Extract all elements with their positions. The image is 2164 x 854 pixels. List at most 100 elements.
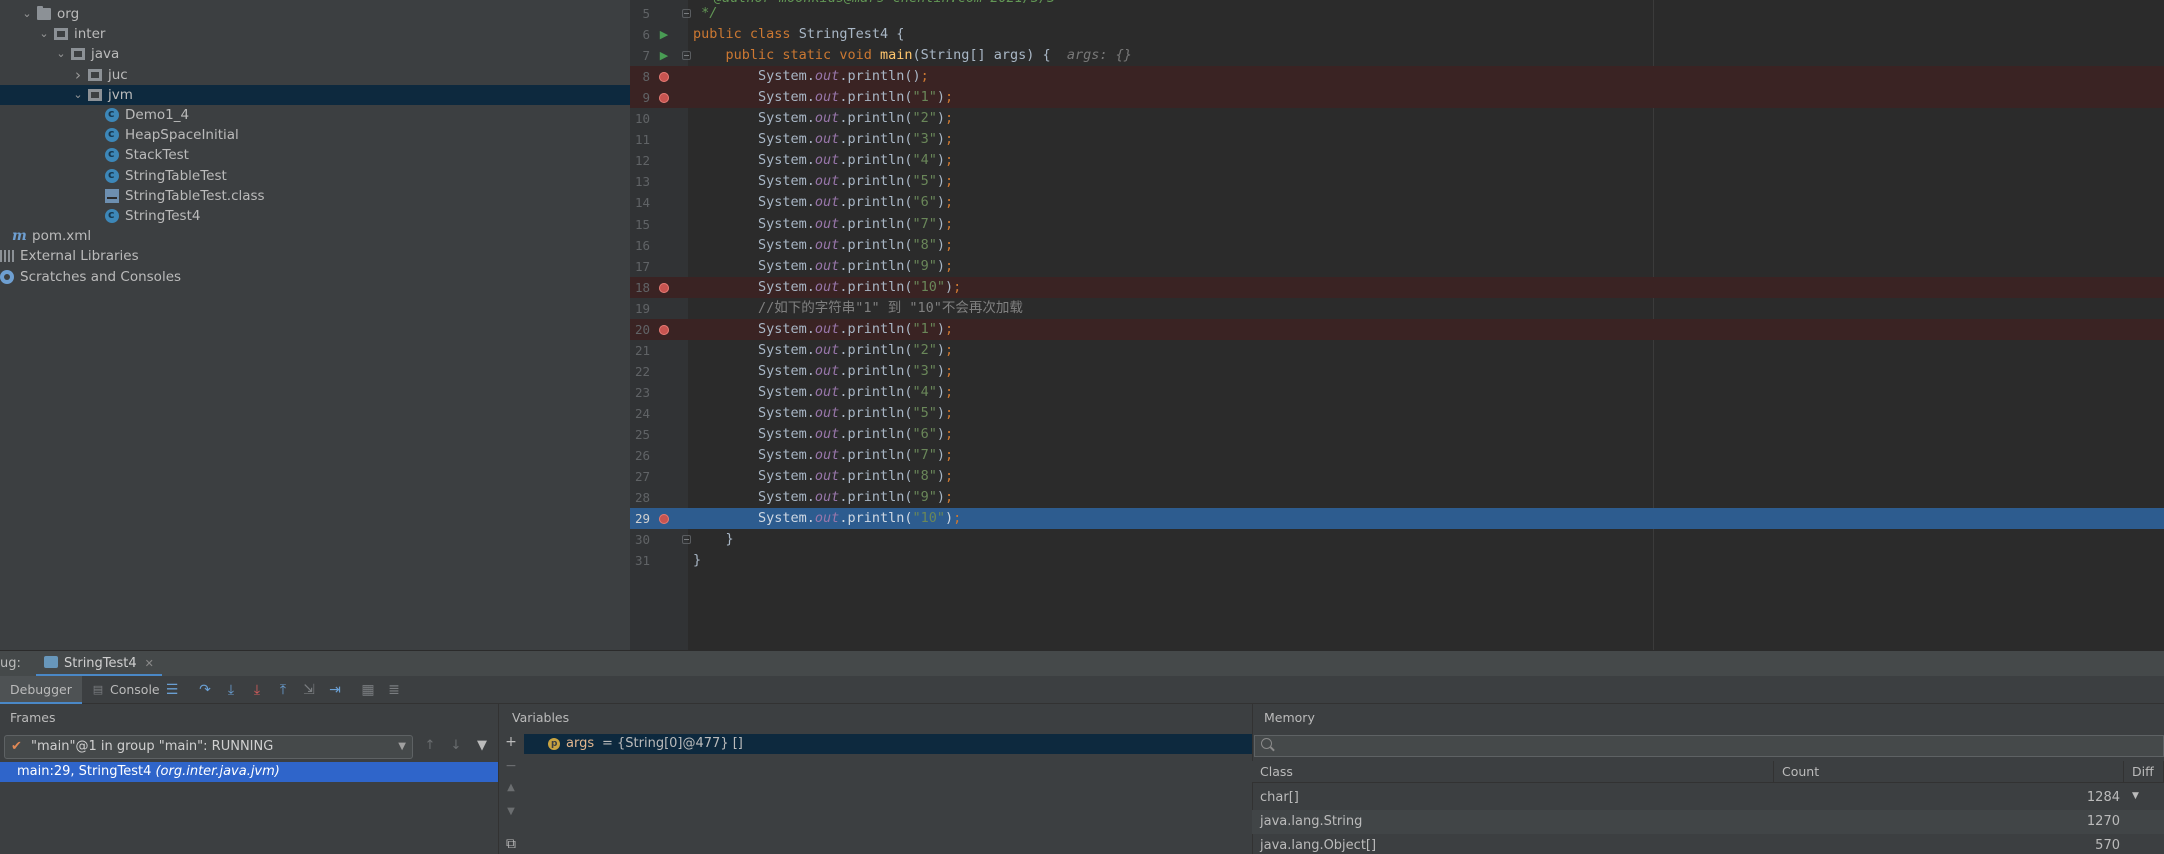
line-number[interactable]: 31 — [630, 550, 650, 571]
line-number[interactable]: 26 — [630, 445, 650, 466]
code-line[interactable]: 15 System.out.println("7"); — [630, 214, 2164, 235]
fold-icon[interactable] — [682, 9, 691, 18]
tree-item-jvm[interactable]: ⌄ jvm — [0, 84, 630, 105]
step-over-icon[interactable]: ↷ — [197, 683, 213, 697]
memory-row[interactable]: java.lang.String 1270 — [1252, 810, 2164, 834]
code-line[interactable]: 19 //如下的字符串"1" 到 "10"不会再次加载 — [630, 298, 2164, 319]
tree-item-stacktest[interactable]: StackTest — [0, 144, 630, 165]
line-number[interactable]: 25 — [630, 424, 650, 445]
line-number[interactable]: 17 — [630, 256, 650, 277]
code-editor[interactable]: @author moonkids@mars-chenlin.com 2021/3… — [630, 0, 2164, 650]
frame-row[interactable]: main:29, StringTest4 (org.inter.java.jvm… — [0, 762, 498, 782]
line-number[interactable]: 11 — [630, 129, 650, 150]
force-step-into-icon[interactable]: ⤓ — [249, 683, 265, 697]
breakpoint-icon[interactable] — [659, 93, 669, 104]
line-number[interactable]: 24 — [630, 403, 650, 424]
run-to-cursor-icon[interactable]: ⇥ — [327, 683, 343, 697]
fold-icon[interactable] — [682, 51, 691, 61]
line-number[interactable]: 10 — [630, 108, 650, 129]
code-line[interactable]: 17 System.out.println("9"); — [630, 256, 2164, 277]
code-line[interactable]: 8 System.out.println(); — [630, 66, 2164, 88]
tree-item-stringtabletest[interactable]: StringTableTest — [0, 165, 630, 186]
line-number[interactable]: 27 — [630, 466, 650, 487]
memory-search-input[interactable] — [1254, 735, 2164, 757]
arrow-up-icon[interactable]: ↑ — [422, 738, 438, 756]
run-gutter-icon[interactable]: ▶ — [657, 45, 671, 66]
move-up-icon[interactable]: ▲ — [503, 782, 519, 793]
filter-icon[interactable]: ▼ — [474, 738, 490, 756]
debug-session-tab[interactable]: StringTest4 ✕ — [36, 651, 162, 677]
code-line[interactable]: 6 ▶ public class StringTest4 { — [630, 24, 2164, 45]
code-line[interactable]: 30 } — [630, 529, 2164, 550]
show-execution-point-icon[interactable]: ☰ — [164, 683, 180, 697]
add-watch-icon[interactable]: + — [503, 734, 519, 750]
code-line[interactable]: 26 System.out.println("7"); — [630, 445, 2164, 466]
line-number[interactable]: 5 — [630, 3, 650, 24]
line-number[interactable]: 23 — [630, 382, 650, 403]
code-line[interactable]: 9 System.out.println("1"); — [630, 87, 2164, 109]
move-down-icon[interactable]: ▼ — [503, 806, 519, 817]
line-number[interactable]: 30 — [630, 529, 650, 550]
breakpoint-icon[interactable] — [659, 72, 669, 83]
code-line[interactable]: 13 System.out.println("5"); — [630, 171, 2164, 192]
copy-icon[interactable]: ⧉ — [503, 836, 519, 852]
line-number[interactable]: 19 — [630, 298, 650, 319]
evaluate-expression-icon[interactable]: ▦ — [360, 683, 376, 697]
tab-debugger[interactable]: Debugger — [0, 676, 82, 704]
tree-item-pom-xml[interactable]: m pom.xml — [0, 226, 630, 246]
memory-row[interactable]: char[] 1284 — [1252, 786, 2164, 810]
line-number[interactable]: 21 — [630, 340, 650, 361]
code-line[interactable]: 22 System.out.println("3"); — [630, 361, 2164, 382]
tree-item-inter[interactable]: ⌄ inter — [0, 24, 630, 44]
code-line[interactable]: 21 System.out.println("2"); — [630, 340, 2164, 361]
tree-item-stringtest4[interactable]: StringTest4 — [0, 205, 630, 226]
current-execution-line[interactable]: 29 System.out.println("10"); — [630, 508, 2164, 530]
line-number[interactable]: 6 — [630, 24, 650, 45]
breakpoint-icon[interactable] — [659, 324, 669, 335]
code-line[interactable]: 23 System.out.println("4"); — [630, 382, 2164, 403]
drop-frame-icon[interactable]: ⇲ — [301, 683, 317, 697]
code-line[interactable]: 20 System.out.println("1"); — [630, 318, 2164, 340]
tree-item-heapspaceinitial[interactable]: HeapSpaceInitial — [0, 124, 630, 145]
code-line[interactable]: 25 System.out.println("6"); — [630, 424, 2164, 445]
line-number[interactable]: 20 — [630, 319, 650, 340]
column-count[interactable]: Count — [1774, 761, 2124, 783]
chevron-down-icon[interactable]: ⌄ — [55, 44, 67, 64]
chevron-right-icon[interactable]: › — [72, 65, 84, 85]
line-number[interactable]: 28 — [630, 487, 650, 508]
thread-select[interactable]: ✔ "main"@1 in group "main": RUNNING ▼ — [4, 735, 413, 759]
column-class[interactable]: Class — [1252, 761, 1774, 783]
column-diff[interactable]: Diff ▼ — [2124, 761, 2164, 801]
code-line[interactable]: 31} — [630, 550, 2164, 571]
tree-item-scratches-and-consoles[interactable]: Scratches and Consoles — [0, 267, 630, 287]
code-line[interactable]: 11 System.out.println("3"); — [630, 129, 2164, 150]
step-into-icon[interactable]: ⤓ — [223, 683, 239, 697]
tree-item-external-libraries[interactable]: External Libraries — [0, 246, 630, 266]
code-line[interactable]: 16 System.out.println("8"); — [630, 235, 2164, 256]
tree-item-java[interactable]: ⌄ java — [0, 44, 630, 64]
code-line[interactable]: 14 System.out.println("6"); — [630, 192, 2164, 213]
memory-row[interactable]: java.lang.Object[] 570 — [1252, 834, 2164, 854]
line-number[interactable]: 14 — [630, 192, 650, 213]
code-line[interactable]: 12 System.out.println("4"); — [630, 150, 2164, 171]
line-number[interactable]: 13 — [630, 171, 650, 192]
line-number[interactable]: 15 — [630, 214, 650, 235]
line-number[interactable]: 9 — [630, 87, 650, 108]
code-line[interactable]: 24 System.out.println("5"); — [630, 403, 2164, 424]
code-line[interactable]: 5 */ — [630, 3, 2164, 24]
run-gutter-icon[interactable]: ▶ — [657, 24, 671, 45]
chevron-down-icon[interactable]: ⌄ — [72, 85, 84, 105]
trace-stream-icon[interactable]: ≣ — [386, 683, 402, 697]
code-line[interactable]: 28 System.out.println("9"); — [630, 487, 2164, 508]
line-number[interactable]: 16 — [630, 235, 650, 256]
tree-item-demo1-4[interactable]: Demo1_4 — [0, 104, 630, 125]
arrow-down-icon[interactable]: ↓ — [448, 738, 464, 756]
tree-item-juc[interactable]: › juc — [0, 65, 630, 85]
line-number[interactable]: 7 — [630, 45, 650, 66]
line-number[interactable]: 18 — [630, 277, 650, 298]
code-line[interactable]: 10 System.out.println("2"); — [630, 108, 2164, 129]
close-icon[interactable]: ✕ — [145, 657, 154, 670]
code-line[interactable]: 18 System.out.println("10"); — [630, 276, 2164, 298]
chevron-down-icon[interactable]: ⌄ — [38, 24, 50, 44]
line-number[interactable]: 22 — [630, 361, 650, 382]
